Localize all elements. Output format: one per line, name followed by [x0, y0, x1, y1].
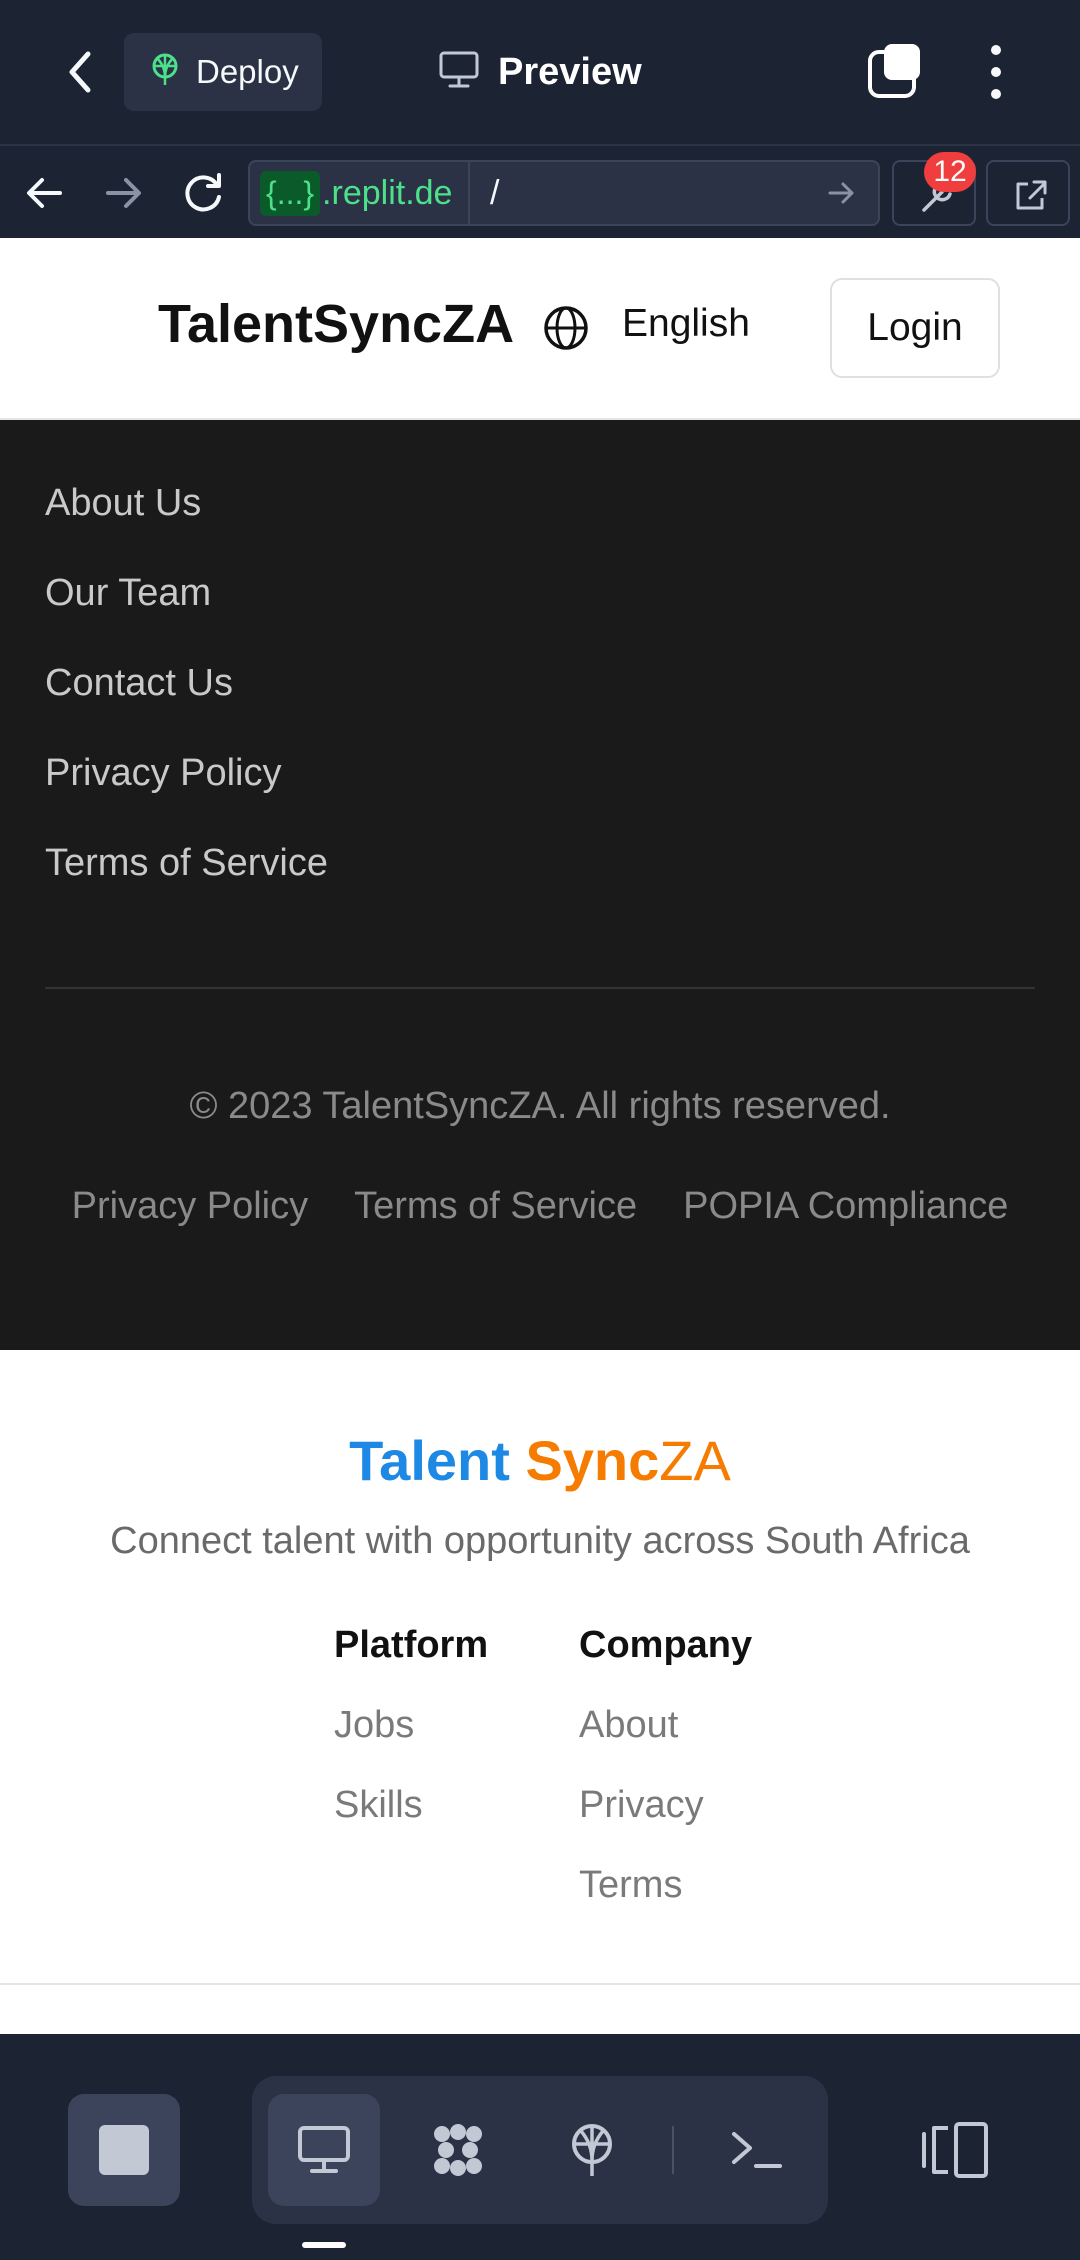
logo-talent: Talent — [349, 1429, 526, 1492]
footer-logo[interactable]: Talent SyncZA — [0, 1428, 1080, 1493]
footer-link-our-team[interactable]: Our Team — [45, 572, 211, 615]
tagline: Connect talent with opportunity across S… — [110, 1520, 970, 1562]
legal-link-popia-compliance[interactable]: POPIA Compliance — [683, 1185, 1008, 1228]
logo-za: ZA — [659, 1429, 731, 1492]
devtools-icon — [894, 182, 978, 232]
deploy-button[interactable]: Deploy — [124, 33, 322, 111]
legal-link-terms-of-service[interactable]: Terms of Service — [354, 1185, 637, 1228]
logo-sync: Sync — [525, 1429, 660, 1492]
preview-icon — [298, 2126, 350, 2173]
copyright-text: © 2023 TalentSyncZA. All rights reserved… — [189, 1085, 891, 1127]
platform-heading: Platform — [334, 1624, 489, 1666]
company-heading: Company — [579, 1624, 753, 1666]
home-indicator — [302, 2242, 346, 2248]
chevron-left-icon[interactable] — [56, 40, 106, 104]
arrow-go-icon[interactable] — [824, 176, 858, 210]
footer-link-about-us[interactable]: About Us — [45, 482, 201, 525]
company-link-privacy[interactable]: Privacy — [579, 1784, 704, 1827]
url-input[interactable]: {...} .replit.de / — [248, 160, 880, 226]
more-vertical-icon[interactable] — [976, 40, 1016, 104]
legal-link-privacy-policy[interactable]: Privacy Policy — [72, 1185, 309, 1228]
arrow-left-icon[interactable] — [18, 166, 72, 220]
refresh-icon[interactable] — [176, 166, 230, 220]
monitor-icon — [438, 50, 480, 95]
stop-button[interactable] — [68, 2094, 180, 2206]
site-header: TalentSyncZA English Login — [0, 238, 1080, 420]
url-host-badge: {...} — [260, 170, 321, 216]
platform-link-skills[interactable]: Skills — [334, 1784, 423, 1827]
arrow-right-icon[interactable] — [96, 166, 150, 220]
shell-tool-button[interactable] — [700, 2094, 812, 2206]
company-link-terms[interactable]: Terms — [579, 1864, 682, 1907]
platform-link-jobs[interactable]: Jobs — [334, 1704, 414, 1747]
browser-url-bar: {...} .replit.de / — [0, 144, 1080, 238]
url-host-domain: .replit.de — [322, 173, 453, 212]
login-button[interactable]: Login — [830, 278, 1000, 378]
dark-footer: About Us Our Team Contact Us Privacy Pol… — [0, 420, 1080, 1350]
footer-divider — [45, 987, 1035, 989]
apps-tool-button[interactable] — [402, 2094, 514, 2206]
shell-icon — [732, 2132, 782, 2168]
bottom-dock — [0, 2034, 1080, 2260]
deploy-label: Deploy — [196, 53, 299, 90]
legal-links: Privacy Policy Terms of Service POPIA Co… — [0, 1185, 1080, 1228]
replit-top-bar: Deploy Preview — [0, 0, 1080, 144]
preview-tool-button[interactable] — [268, 2094, 380, 2206]
preview-label: Preview — [498, 50, 642, 93]
footer-link-privacy-policy[interactable]: Privacy Policy — [45, 752, 282, 795]
external-link-icon — [988, 180, 1072, 232]
deploy-icon — [150, 53, 180, 92]
external-link-button[interactable] — [986, 160, 1070, 226]
light-footer: Talent SyncZA Connect talent with opport… — [0, 1350, 1080, 1985]
notification-badge: 12 — [924, 152, 976, 192]
url-host: {...} .replit.de — [250, 162, 470, 224]
tabs-icon[interactable] — [866, 42, 924, 100]
preview-tab[interactable]: Preview — [438, 40, 642, 104]
url-path: / — [490, 173, 500, 212]
brand-logo[interactable]: TalentSyncZA — [158, 293, 514, 355]
deployments-tool-button[interactable] — [536, 2094, 648, 2206]
dock-separator — [672, 2126, 674, 2174]
apps-icon — [434, 2124, 482, 2176]
company-link-about[interactable]: About — [579, 1704, 678, 1747]
globe-icon[interactable] — [542, 304, 590, 352]
stop-icon — [99, 2125, 149, 2175]
dock-tool-group — [252, 2076, 828, 2224]
layout-icon[interactable] — [918, 2120, 994, 2180]
deployments-icon — [572, 2124, 612, 2176]
footer-link-contact-us[interactable]: Contact Us — [45, 662, 233, 705]
footer-link-terms-of-service[interactable]: Terms of Service — [45, 842, 328, 885]
language-selector[interactable]: English — [622, 302, 750, 346]
